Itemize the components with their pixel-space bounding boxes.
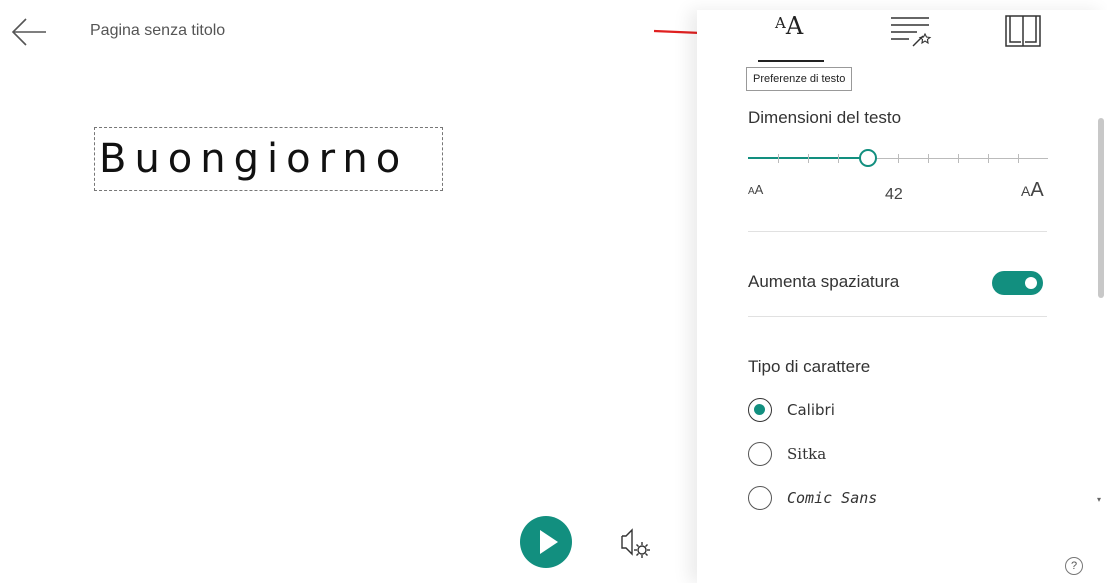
slider-tick — [1018, 154, 1019, 163]
toggle-knob — [1025, 277, 1037, 289]
voice-settings-button[interactable] — [618, 526, 654, 562]
reading-word[interactable]: Buongiorno — [94, 127, 443, 191]
play-icon — [540, 530, 558, 554]
font-title: Tipo di carattere — [748, 357, 871, 376]
slider-tick — [988, 154, 989, 163]
scroll-down-arrow-icon[interactable]: ▾ — [1097, 496, 1105, 504]
slider-tick — [928, 154, 929, 163]
text-size-decrease-label: AA — [748, 182, 764, 197]
immersive-reader-panel: AA Preferenze di testo Dimensioni del te… — [697, 10, 1107, 583]
page-title: Pagina senza titolo — [90, 22, 226, 39]
radio-sitka[interactable] — [748, 442, 772, 466]
divider — [748, 316, 1047, 317]
grammar-options-icon — [891, 17, 932, 47]
text-size-icon: AA — [775, 12, 804, 40]
slider-tick — [838, 154, 839, 163]
font-option-label: Comic Sans — [787, 489, 878, 507]
tab-grammar-options[interactable] — [883, 10, 943, 62]
panel-scrollbar[interactable]: ▾ — [1096, 106, 1106, 510]
spacing-toggle[interactable] — [992, 271, 1043, 295]
book-icon — [1005, 15, 1041, 47]
radio-comic-sans[interactable] — [748, 486, 772, 510]
scrollbar-thumb[interactable] — [1098, 118, 1104, 298]
text-size-increase-label: AA — [1021, 179, 1044, 201]
divider — [748, 231, 1047, 232]
slider-tick — [958, 154, 959, 163]
radio-selected-dot — [754, 404, 765, 415]
arrow-left-icon — [11, 18, 46, 46]
back-button[interactable] — [10, 14, 50, 50]
play-button[interactable] — [520, 516, 572, 568]
help-button[interactable]: ? — [1065, 557, 1083, 575]
font-option-label: Calibri — [787, 401, 835, 419]
text-size-slider[interactable] — [748, 149, 1048, 168]
slider-tick — [778, 154, 779, 163]
text-size-title: Dimensioni del testo — [748, 108, 902, 127]
panel-tabs: AA — [697, 10, 1107, 66]
spacing-label: Aumenta spaziatura — [748, 272, 900, 291]
radio-calibri[interactable] — [748, 398, 772, 422]
slider-tick — [898, 154, 899, 163]
tab-selected-indicator — [758, 60, 824, 62]
font-option-label: Sitka — [787, 445, 827, 463]
slider-tick — [808, 154, 809, 163]
tab-text-preferences[interactable]: AA — [757, 10, 817, 62]
text-size-value: 42 — [885, 186, 903, 203]
slider-thumb[interactable] — [859, 149, 877, 167]
tab-tooltip: Preferenze di testo — [746, 67, 853, 91]
preferences-content: Dimensioni del testo AA 42 AA Aumenta sp… — [697, 102, 1107, 510]
tab-reading-preferences[interactable] — [997, 10, 1057, 62]
voice-settings-icon — [621, 528, 650, 558]
